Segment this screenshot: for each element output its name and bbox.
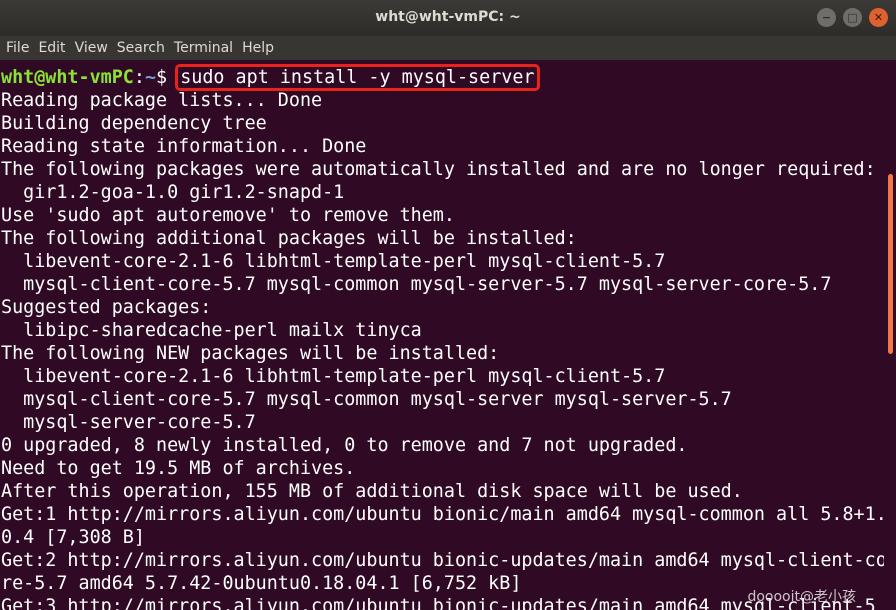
menu-search[interactable]: Search (117, 36, 165, 60)
menu-edit[interactable]: Edit (38, 36, 65, 60)
prompt-user-host: wht@wht-vmPC (1, 67, 134, 88)
prompt-line: wht@wht-vmPC:~$ sudo apt install -y mysq… (1, 64, 884, 91)
output-line: Building dependency tree (1, 113, 267, 134)
close-icon[interactable]: ✕ (869, 8, 888, 27)
terminal-output[interactable]: wht@wht-vmPC:~$ sudo apt install -y mysq… (0, 60, 884, 610)
output-line: 0.4 [7,308 B] (1, 527, 145, 548)
output-line: Reading package lists... Done (1, 90, 323, 111)
menu-help[interactable]: Help (242, 36, 274, 60)
output-line: libevent-core-2.1-6 libhtml-template-per… (1, 251, 666, 272)
output-line: Suggested packages: (1, 297, 212, 318)
highlighted-command: sudo apt install -y mysql-server (175, 64, 540, 91)
prompt-separator: : (133, 67, 145, 88)
output-line: mysql-client-core-5.7 mysql-common mysql… (1, 389, 732, 410)
terminal-window: wht@wht-vmPC: ~ − □ ✕ File Edit View Sea… (0, 0, 896, 610)
title-bar[interactable]: wht@wht-vmPC: ~ − □ ✕ (0, 0, 896, 36)
output-line: mysql-server-core-5.7 (1, 412, 256, 433)
menu-file[interactable]: File (6, 36, 29, 60)
output-line: libipc-sharedcache-perl mailx tinyca (1, 320, 422, 341)
output-line: Use 'sudo apt autoremove' to remove them… (1, 205, 455, 226)
scrollbar[interactable] (884, 60, 896, 610)
prompt-path: ~ (144, 67, 157, 88)
output-line: gir1.2-goa-1.0 gir1.2-snapd-1 (1, 182, 345, 203)
window-controls: − □ ✕ (817, 8, 888, 27)
window-title: wht@wht-vmPC: ~ (375, 9, 521, 25)
menu-bar: File Edit View Search Terminal Help (0, 36, 896, 60)
output-line: mysql-client-core-5.7 mysql-common mysql… (1, 274, 832, 295)
output-line: Get:1 http://mirrors.aliyun.com/ubuntu b… (1, 504, 884, 525)
output-line: The following NEW packages will be insta… (1, 343, 500, 364)
output-line: The following additional packages will b… (1, 228, 577, 249)
output-line: After this operation, 155 MB of addition… (1, 481, 743, 502)
output-line: The following packages were automaticall… (1, 159, 876, 180)
maximize-icon[interactable]: □ (843, 8, 862, 27)
minimize-icon[interactable]: − (817, 8, 836, 27)
prompt-symbol: $ (156, 67, 179, 88)
watermark: dooooit@老小孩 (747, 589, 856, 605)
output-line: 0 upgraded, 8 newly installed, 0 to remo… (1, 435, 688, 456)
output-line: Get:2 http://mirrors.aliyun.com/ubuntu b… (1, 550, 884, 571)
scrollbar-thumb[interactable] (888, 174, 893, 354)
menu-view[interactable]: View (75, 36, 108, 60)
output-line: Reading state information... Done (1, 136, 367, 157)
output-line: Need to get 19.5 MB of archives. (1, 458, 356, 479)
output-line: libevent-core-2.1-6 libhtml-template-per… (1, 366, 666, 387)
menu-terminal[interactable]: Terminal (174, 36, 233, 60)
